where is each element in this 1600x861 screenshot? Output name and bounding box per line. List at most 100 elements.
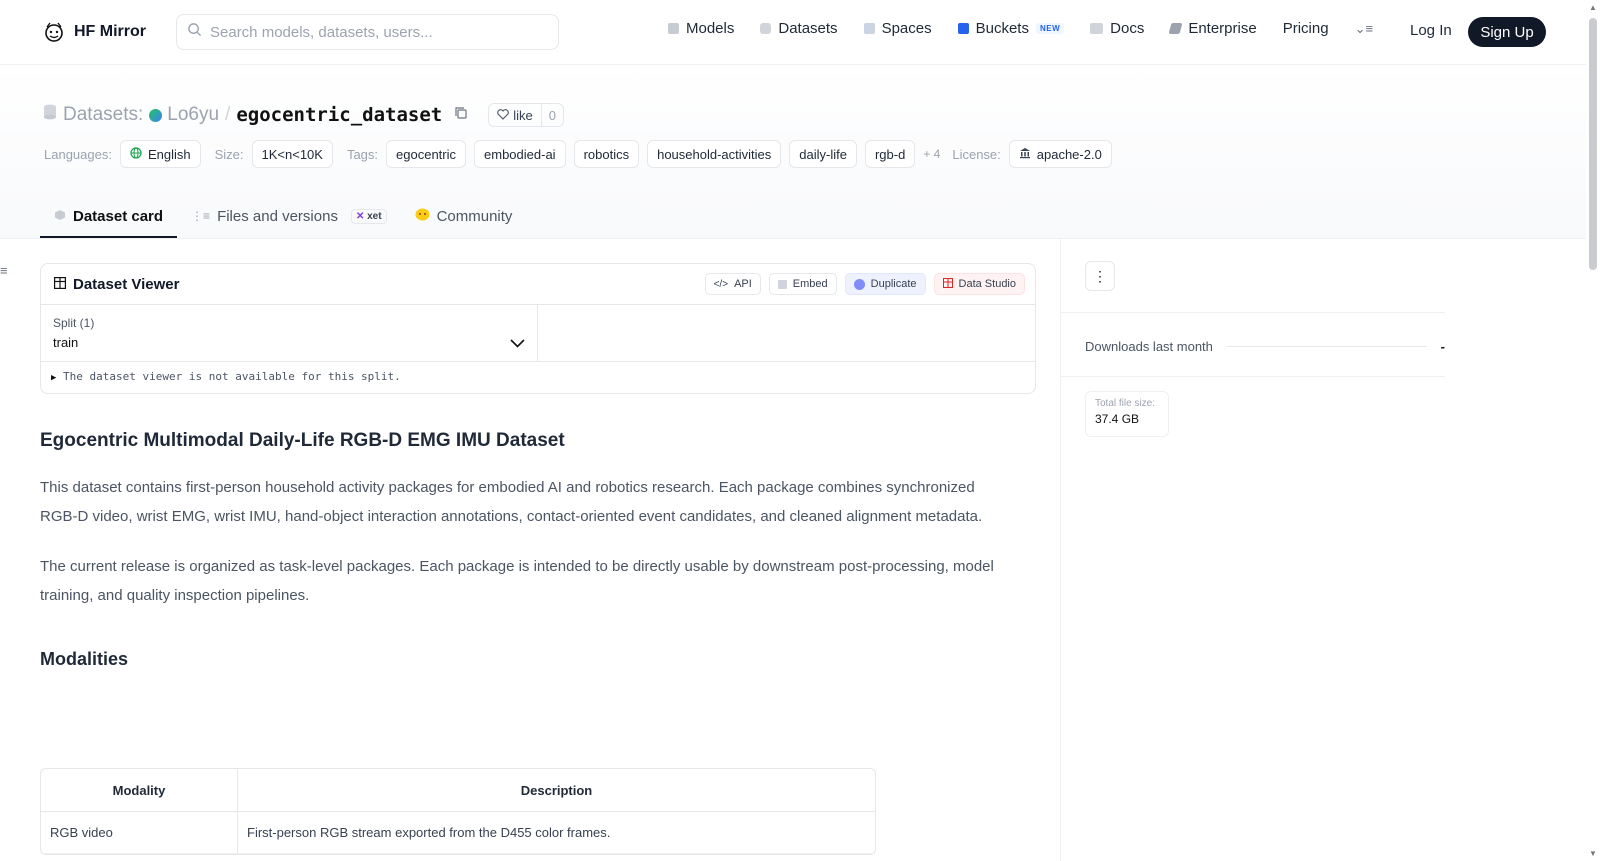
nav-buckets-label: Buckets [975, 20, 1029, 37]
file-size-card: Total file size: 37.4 GB [1085, 391, 1169, 437]
nav-enterprise[interactable]: Enterprise [1168, 20, 1257, 37]
more-tags-button[interactable]: + 4 [923, 147, 940, 161]
table-header-row: Modality Description [41, 769, 875, 812]
repo-tabs: Dataset card ⋮≡ Files and versions ✕ xet… [40, 196, 526, 239]
split-label: Split (1) [53, 316, 95, 330]
downloads-label: Downloads last month [1085, 339, 1213, 354]
nav-models-label: Models [686, 20, 735, 37]
nav-buckets[interactable]: Buckets NEW [957, 20, 1065, 37]
api-label: API [734, 278, 752, 290]
enterprise-icon [1168, 23, 1183, 34]
path-separator: / [225, 104, 231, 125]
license-chip[interactable]: apache-2.0 [1008, 140, 1112, 168]
tab-files-and-versions[interactable]: ⋮≡ Files and versions ✕ xet [177, 196, 401, 236]
brand-name: HF Mirror [74, 23, 146, 40]
modalities-heading: Modalities [40, 649, 129, 669]
sidebar-toggle-icon[interactable]: ≡ [0, 263, 8, 278]
repo-type-label[interactable]: Datasets: [63, 104, 143, 126]
grid-icon [863, 23, 875, 34]
nav-docs[interactable]: Docs [1090, 20, 1144, 37]
owner-avatar [149, 108, 163, 122]
database-icon [760, 23, 772, 34]
xet-badge: ✕ xet [350, 208, 387, 224]
modalities-table: Modality Description RGB video First-per… [40, 768, 876, 855]
duplicate-button[interactable]: Duplicate [844, 273, 926, 295]
tab-dataset-card[interactable]: Dataset card [40, 196, 178, 238]
tab-files-label: Files and versions [217, 207, 338, 225]
duplicate-label: Duplicate [870, 278, 917, 290]
like-label: like [513, 107, 533, 123]
dataset-viewer: Dataset Viewer </> API Embed Duplicate Da… [40, 263, 1036, 394]
repo-owner[interactable]: Lo6yu [149, 104, 219, 126]
language-chip[interactable]: English [119, 140, 201, 168]
table-cell: First-person RGB stream exported from th… [238, 812, 875, 854]
tag-chip[interactable]: embodied-ai [474, 140, 566, 168]
nav-more-menu[interactable]: ⌄≡ [1355, 21, 1373, 37]
dataset-card-content: Egocentric Multimodal Daily-Life RGB-D E… [40, 430, 1000, 670]
card-paragraph-2: The current release is organized as task… [40, 558, 994, 604]
login-link[interactable]: Log In [1410, 22, 1452, 39]
search-input[interactable] [210, 23, 540, 41]
scroll-up-icon[interactable]: ▲ [1589, 3, 1597, 12]
owner-name: Lo6yu [167, 104, 220, 125]
repo-title-row: Datasets: Lo6yu / egocentric_dataset lik… [43, 103, 564, 127]
new-badge: NEW [1035, 23, 1065, 34]
like-button[interactable]: like 0 [488, 103, 564, 127]
embed-button[interactable]: Embed [768, 273, 837, 295]
unavailable-text: The dataset viewer is not available for … [63, 370, 401, 383]
like-count[interactable]: 0 [542, 108, 563, 123]
tag-chip[interactable]: robotics [573, 140, 640, 168]
card-paragraph-1: This dataset contains first-person house… [40, 479, 983, 525]
api-button[interactable]: </> API [704, 273, 761, 295]
split-selector[interactable]: Split (1) train [41, 305, 538, 362]
downloads-stat: Downloads last month - [1085, 339, 1445, 354]
viewer-unavailable-notice[interactable]: ▶ The dataset viewer is not available fo… [51, 370, 401, 383]
split-preview-area [538, 305, 1035, 362]
embed-label: Embed [792, 278, 828, 290]
search-box[interactable] [176, 14, 559, 50]
like-action[interactable]: like [489, 104, 542, 126]
tags-label: Tags: [346, 146, 379, 162]
tag-chip[interactable]: egocentric [386, 140, 467, 168]
copy-icon[interactable] [454, 104, 468, 126]
license-value: apache-2.0 [1036, 146, 1102, 162]
scrollbar-thumb[interactable] [1589, 18, 1597, 270]
language-value: English [147, 146, 191, 162]
nav-datasets[interactable]: Datasets [760, 20, 838, 37]
nav-docs-label: Docs [1110, 20, 1145, 37]
more-options-button[interactable]: ⋮ [1085, 261, 1115, 291]
tag-chip[interactable]: daily-life [789, 140, 857, 168]
file-size-value: 37.4 GB [1095, 412, 1140, 426]
divider [1061, 376, 1445, 377]
size-chip[interactable]: 1K<n<10K [251, 140, 333, 168]
nav-spaces[interactable]: Spaces [863, 20, 932, 37]
nav-pricing[interactable]: Pricing [1283, 20, 1329, 37]
viewer-title-text: Dataset Viewer [73, 275, 180, 293]
page-scrollbar[interactable]: ▲ ▼ [1586, 0, 1600, 861]
brand-logo[interactable]: HF Mirror [42, 20, 146, 44]
tag-chip[interactable]: rgb-d [864, 140, 916, 168]
viewer-title: Dataset Viewer [54, 276, 179, 293]
nav-enterprise-label: Enterprise [1188, 20, 1257, 37]
viewer-header: Dataset Viewer </> API Embed Duplicate Da… [41, 264, 1035, 305]
menu-icon: ⌄≡ [1354, 20, 1374, 36]
book-icon [1090, 23, 1104, 34]
bank-icon [1019, 147, 1031, 162]
size-label: Size: [214, 146, 244, 162]
tag-chip[interactable]: household-activities [647, 140, 782, 168]
globe-icon [130, 146, 142, 162]
data-studio-button[interactable]: Data Studio [933, 273, 1025, 295]
repo-name[interactable]: egocentric_dataset [236, 104, 442, 126]
nav-models[interactable]: Models [668, 20, 734, 37]
top-navbar: HF Mirror Models Datasets Spaces Buckets… [0, 0, 1586, 65]
table-row: RGB video First-person RGB stream export… [41, 812, 875, 854]
signup-button[interactable]: Sign Up [1468, 17, 1546, 47]
languages-label: Languages: [44, 146, 112, 162]
tab-community[interactable]: Community [401, 196, 527, 236]
card-heading: Egocentric Multimodal Daily-Life RGB-D E… [40, 430, 565, 451]
scroll-down-icon[interactable]: ▼ [1589, 849, 1597, 858]
duplicate-icon [853, 278, 865, 290]
nav-spaces-label: Spaces [881, 20, 932, 37]
code-icon: </> [713, 278, 729, 290]
column-header: Modality [41, 769, 238, 812]
